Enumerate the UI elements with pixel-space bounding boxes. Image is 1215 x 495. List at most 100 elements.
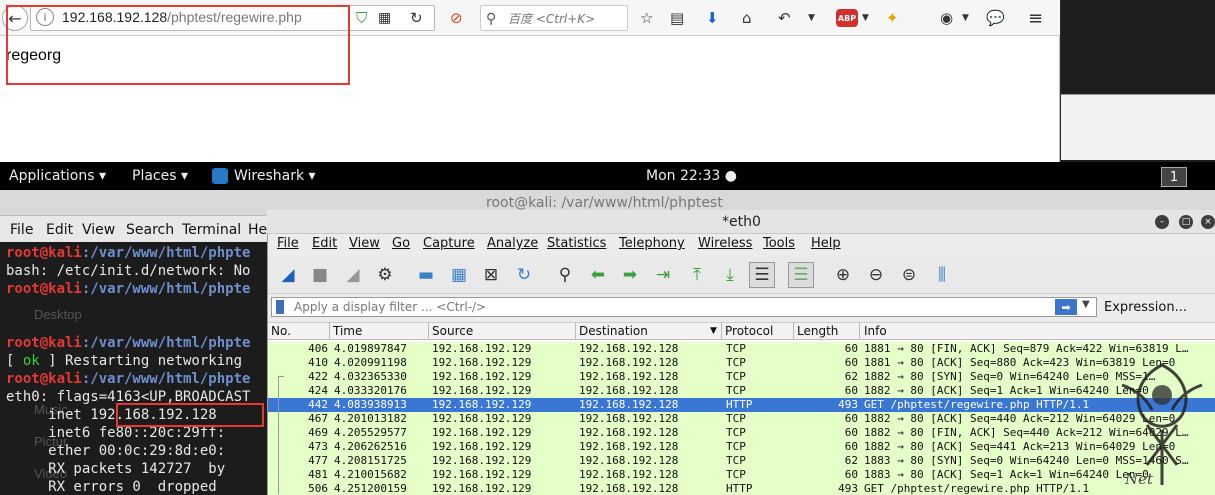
expression-button[interactable]: Expression... [1104, 300, 1187, 315]
resize-columns-icon[interactable]: ⫼ [929, 262, 955, 288]
clock[interactable]: Mon 22:33 ● [646, 168, 737, 184]
packet-row[interactable]: 477 4.208151725 192.168.192.129 192.168.192… [268, 454, 1215, 468]
go-to-packet-icon[interactable]: ⇥ [650, 262, 676, 288]
save-file-icon[interactable]: ▦ [446, 262, 472, 288]
chevron-down-icon[interactable]: ▼ [962, 7, 969, 29]
autoscroll-icon[interactable]: ☰ [749, 262, 775, 288]
column-header-time[interactable]: Time [333, 324, 362, 338]
terminal-menu-search[interactable]: Search [126, 222, 174, 238]
restart-capture-icon[interactable]: ◢ [340, 262, 366, 288]
wireshark-menubar: File Edit View Go Capture Analyze Statis… [268, 234, 1215, 256]
open-file-icon[interactable]: ▬ [413, 262, 439, 288]
places-menu[interactable]: Places ▾ [132, 168, 188, 184]
packet-cell-no: 442 [308, 398, 328, 411]
column-header-protocol[interactable]: Protocol [725, 324, 773, 338]
background-window [1061, 94, 1215, 160]
terminal-menu-edit[interactable]: Edit [46, 222, 73, 238]
terminal-menu-file[interactable]: File [10, 222, 33, 238]
zoom-out-icon[interactable]: ⊖ [863, 262, 889, 288]
ws-menu-edit[interactable]: Edit [312, 236, 337, 251]
ws-menu-wireless[interactable]: Wireless [698, 236, 752, 251]
terminal-menu-view[interactable]: View [82, 222, 115, 238]
normal-size-icon[interactable]: ⊜ [896, 262, 922, 288]
hamburger-menu-icon[interactable]: ≡ [1028, 7, 1043, 29]
packet-cell-len: 60 [844, 342, 858, 355]
reload-icon[interactable]: ↻ [410, 7, 423, 29]
no-script-icon[interactable]: ⊘ [450, 7, 463, 29]
ws-menu-file[interactable]: File [277, 236, 299, 251]
home-icon[interactable]: ⌂ [742, 7, 752, 29]
column-header-info[interactable]: Info [864, 324, 887, 338]
close-icon[interactable]: × [1201, 215, 1215, 229]
packet-row[interactable]: 424 4.033320176 192.168.192.129 192.168.192… [268, 384, 1215, 398]
qr-code-icon[interactable]: ▦ [378, 7, 391, 29]
packet-cell-time: 4.033320176 [334, 384, 407, 397]
chevron-down-icon[interactable]: ▼ [1082, 299, 1090, 310]
apply-filter-arrow-icon[interactable]: ➡ [1055, 299, 1077, 315]
download-icon[interactable]: ⬇ [706, 7, 719, 29]
maximize-icon[interactable]: □ [1179, 215, 1193, 229]
go-forward-icon[interactable]: ➡ [617, 262, 643, 288]
packet-row[interactable]: 473 4.206262516 192.168.192.129 192.168.192… [268, 440, 1215, 454]
extension-icon[interactable]: ✦ [886, 7, 899, 29]
last-packet-icon[interactable]: ⤓ [717, 262, 743, 288]
packet-cell-time: 4.083938913 [334, 398, 407, 411]
chat-icon[interactable]: 💬 [986, 7, 1005, 29]
terminal-line: root@kali:/var/www/html/phpte [6, 371, 251, 387]
close-file-icon[interactable]: ⊠ [478, 262, 504, 288]
packet-list[interactable]: 406 4.019897847 192.168.192.129 192.168.192… [268, 340, 1215, 495]
packet-cell-dst: 192.168.192.128 [579, 398, 679, 411]
ws-menu-telephony[interactable]: Telephony [619, 236, 685, 251]
applications-menu[interactable]: Applications ▾ [9, 168, 106, 184]
ghost-desktop-label: Desktop [34, 307, 82, 322]
terminal-output[interactable]: Desktop Music Pictur Video root@kali:/va… [0, 242, 268, 495]
chevron-down-icon[interactable]: ▼ [862, 7, 869, 29]
column-header-destination[interactable]: Destination [579, 324, 648, 338]
shark-fin-start-icon[interactable]: ◢ [275, 262, 301, 288]
chevron-down-icon[interactable]: ▼ [808, 7, 815, 29]
bookmark-star-icon[interactable]: ☆ [640, 7, 653, 29]
packet-row[interactable]: 406 4.019897847 192.168.192.129 192.168.192… [268, 342, 1215, 356]
packet-row[interactable]: 442 4.083938913 192.168.192.129 192.168.192… [268, 398, 1215, 412]
packet-cell-src: 192.168.192.129 [432, 468, 532, 481]
colorize-icon[interactable]: ☰ [788, 262, 814, 288]
first-packet-icon[interactable]: ⤒ [684, 262, 710, 288]
packet-row[interactable]: 469 4.205529577 192.168.192.129 192.168.192… [268, 426, 1215, 440]
reading-list-icon[interactable]: ▤ [670, 7, 684, 29]
packet-cell-dst: 192.168.192.128 [579, 370, 679, 383]
packet-row[interactable]: 506 4.251200159 192.168.192.129 192.168.192… [268, 482, 1215, 495]
packet-row[interactable]: 481 4.210015682 192.168.192.129 192.168.192… [268, 468, 1215, 482]
shield-icon[interactable]: ⛉ [356, 7, 367, 29]
ws-menu-go[interactable]: Go [392, 236, 410, 251]
column-header-length[interactable]: Length [797, 324, 838, 338]
stop-capture-icon[interactable]: ■ [307, 262, 333, 288]
find-packet-icon[interactable]: ⚲ [552, 262, 578, 288]
terminal-menu-terminal[interactable]: Terminal [182, 222, 241, 238]
ws-menu-statistics[interactable]: Statistics [547, 236, 606, 251]
ws-menu-analyze[interactable]: Analyze [487, 236, 538, 251]
reload-file-icon[interactable]: ↻ [511, 262, 537, 288]
packet-cell-time: 4.205529577 [334, 426, 407, 439]
column-header-no[interactable]: No. [271, 324, 291, 338]
ws-menu-capture[interactable]: Capture [423, 236, 475, 251]
terminal-menu-help[interactable]: He [248, 222, 267, 238]
ws-menu-help[interactable]: Help [811, 236, 841, 251]
adblock-icon[interactable]: ABP [836, 9, 858, 27]
column-header-source[interactable]: Source [432, 324, 473, 338]
wireshark-app-menu[interactable]: Wireshark ▾ [234, 168, 316, 184]
go-back-icon[interactable]: ⬅ [585, 262, 611, 288]
bookmark-icon[interactable] [276, 300, 284, 314]
ws-menu-view[interactable]: View [349, 236, 380, 251]
zoom-in-icon[interactable]: ⊕ [830, 262, 856, 288]
packet-row[interactable]: 422 4.032365330 192.168.192.129 192.168.192… [268, 370, 1215, 384]
capture-options-icon[interactable]: ⚙ [372, 262, 398, 288]
workspace-indicator[interactable]: 1 [1161, 167, 1187, 187]
packet-row[interactable]: 410 4.020991198 192.168.192.129 192.168.192… [268, 356, 1215, 370]
sort-chevron-down-icon[interactable]: ▼ [710, 326, 717, 336]
packet-row[interactable]: 467 4.201013182 192.168.192.129 192.168.192… [268, 412, 1215, 426]
packet-cell-proto: HTTP [726, 398, 753, 411]
undo-icon[interactable]: ↶ [778, 7, 791, 29]
ws-menu-tools[interactable]: Tools [763, 236, 795, 251]
minimize-icon[interactable]: – [1155, 215, 1169, 229]
user-agent-icon[interactable]: ◉ [940, 7, 953, 29]
